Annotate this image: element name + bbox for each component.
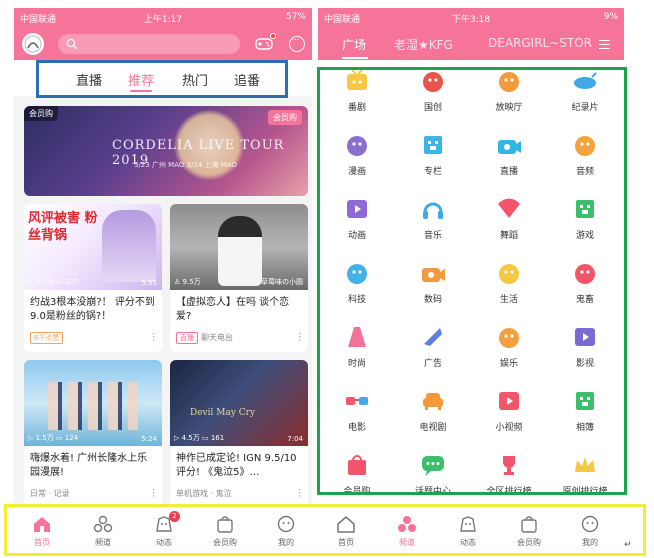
dynamic-icon [458,514,478,534]
view-count: ▷ 1.5万 ▭ 124 [28,434,79,442]
nav-dynamic[interactable]: 动态 [446,510,490,548]
profile-icon [580,514,600,534]
tab-laoshi-kfg[interactable]: 老湿★KFG [394,36,453,53]
character-art [102,210,156,282]
battery-level: 9% [603,12,618,22]
thumbnail-caption: 风评被害 粉丝背锅 [28,211,98,243]
person-art [218,216,262,286]
more-icon[interactable] [289,35,305,52]
view-count: ▷ 4.7万 ▭ 327 [28,278,79,286]
highlight-tabs-box [36,60,288,98]
video-footer: 6千点赞 [30,332,66,344]
video-footer: 直播 聊天电台 [176,332,233,344]
nav-channel[interactable]: 频道 [81,510,125,548]
video-duration: 5:24 [141,435,157,443]
nav-channel[interactable]: 频道 [385,510,429,548]
video-title: 约战3根本没崩?！ 评分不到9.0是粉丝的锅?！ [30,297,155,322]
nav-label: 我的 [582,538,598,547]
card-more-icon[interactable]: ··· [147,488,158,498]
avatar[interactable] [22,33,44,55]
notification-dot [270,33,276,39]
app-header [14,28,312,60]
video-footer: 日常 · 记录 [30,488,70,499]
return-mark: ↵ [624,540,632,550]
people-art [48,382,138,430]
video-card[interactable]: 风评被害 粉丝背锅 ▷ 4.7万 ▭ 327 5:55 约战3根本没崩?！ 评分… [24,204,162,352]
active-tab-indicator [342,57,368,59]
video-card[interactable]: ♙ 9.5万 草莓味の小圆 【虚拟恋人】在吗 谈个恋爱? 直播 聊天电台 ··· [170,204,308,352]
video-title: 嗨爆水着! 广州长隆水上乐园漫展! [30,453,148,478]
nav-dynamic[interactable]: 2 动态 [142,510,186,548]
channel-icon [397,514,417,534]
nav-label: 会员购 [517,538,541,547]
menu-icon[interactable] [599,40,610,49]
nav-label: 首页 [338,538,354,547]
channel-name: 聊天电台 [201,333,233,342]
nav-label: 频道 [399,538,415,547]
dynamic-icon: 2 [154,511,180,534]
card-more-icon[interactable]: ··· [147,332,158,342]
home-icon [32,514,52,534]
video-thumbnail: ♙ 9.5万 草莓味の小圆 [170,204,308,290]
nav-label: 频道 [95,538,111,547]
banner-corner-tag: 会员购 [268,110,302,125]
home-icon [336,514,356,534]
video-card[interactable]: ▷ 1.5万 ▭ 124 5:24 嗨爆水着! 广州长隆水上乐园漫展! 日常 ·… [24,360,162,508]
member-shop-icon [215,514,235,534]
video-thumbnail: Devil May Cry ▷ 4.5万 ▭ 161 7:04 [170,360,308,446]
bottom-nav-right: 首页 频道 动态 会员购 我的 [324,510,624,550]
likes-badge: 6千点赞 [30,332,64,344]
clock: 下午3:18 [451,15,491,25]
nav-profile[interactable]: 我的 [568,510,612,548]
clock: 上午1:17 [143,15,183,25]
notification-count-badge: 2 [169,511,180,522]
nav-label: 首页 [34,538,50,547]
nav-home[interactable]: 首页 [20,510,64,548]
nav-label: 动态 [156,538,172,547]
thumbnail-caption: Devil May Cry [190,408,256,418]
channel-name: 日常 · 记录 [30,489,70,498]
nav-member-shop[interactable]: 会员购 [507,510,551,548]
viewer-count: ♙ 9.5万 [174,278,201,286]
channel-icon [93,514,113,534]
status-bar: 中国联通 下午3:18 9% [318,8,624,28]
member-shop-icon [519,514,539,534]
search-icon [66,38,78,50]
banner-tag: 会员购 [24,106,58,121]
status-bar: 中国联通 上午1:17 57% [14,8,312,28]
highlight-categories-box [317,67,627,495]
promo-banner[interactable]: 会员购 会员购 CORDELIA LIVE TOUR 2019 3/23 广州 … [24,106,308,196]
live-badge: 直播 [176,332,198,344]
nav-label: 会员购 [213,538,237,547]
nav-home[interactable]: 首页 [324,510,368,548]
card-more-icon[interactable]: ··· [293,488,304,498]
channel-header: 广场 老湿★KFG DEARGIRL~STOR [318,28,624,60]
video-thumbnail: 风评被害 粉丝背锅 ▷ 4.7万 ▭ 327 5:55 [24,204,162,290]
nav-profile[interactable]: 我的 [264,510,308,548]
profile-icon [276,514,296,534]
search-input[interactable] [58,34,240,54]
tab-square[interactable]: 广场 [342,36,366,53]
bottom-nav-left: 首页 频道 2 动态 会员购 我的 [20,510,310,550]
tab-deargirl-store[interactable]: DEARGIRL~STOR [488,36,592,50]
view-count: ▷ 4.5万 ▭ 161 [174,434,225,442]
banner-subtitle: 3/23 广州 MAO 3/24 上海 MAO [134,161,237,169]
nav-member-shop[interactable]: 会员购 [203,510,247,548]
channel-name: 单机游戏 · 鬼泣 [176,489,232,498]
nav-label: 动态 [460,538,476,547]
video-duration: 7:04 [287,435,303,443]
card-more-icon[interactable]: ··· [293,332,304,342]
battery-level: 57% [285,12,306,22]
video-thumbnail: ▷ 1.5万 ▭ 124 5:24 [24,360,162,446]
avatar-icon [24,35,42,53]
nav-label: 我的 [278,538,294,547]
video-footer: 单机游戏 · 鬼泣 [176,488,232,499]
video-title: 神作已成定论! IGN 9.5/10评分! 《鬼泣5》… [176,453,297,478]
video-duration: 5:55 [141,279,157,287]
streamer-name: 草莓味の小圆 [261,278,303,286]
video-card[interactable]: Devil May Cry ▷ 4.5万 ▭ 161 7:04 神作已成定论! … [170,360,308,508]
video-title: 【虚拟恋人】在吗 谈个恋爱? [176,297,290,322]
